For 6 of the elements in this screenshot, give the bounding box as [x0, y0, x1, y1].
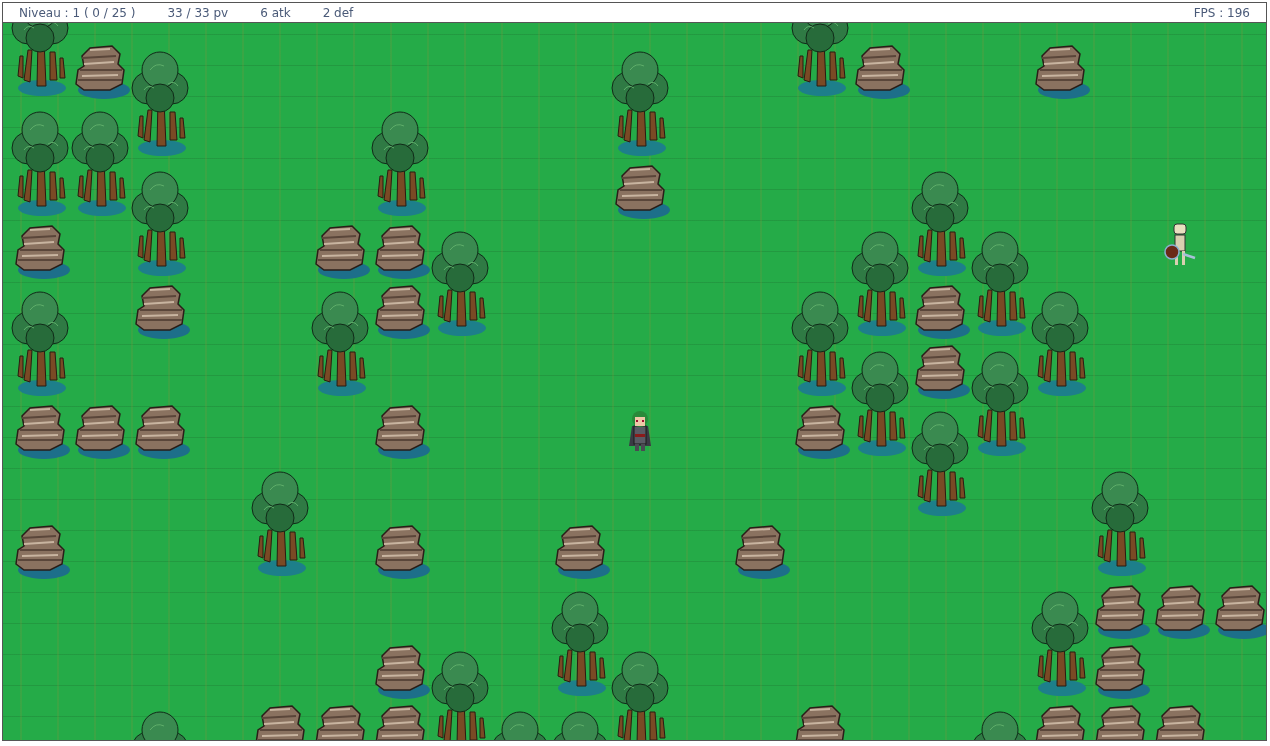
attack-stat-text: 6 atk [260, 5, 291, 20]
health-text: 33 / 33 pv [167, 5, 229, 20]
defense-stat-text: 2 def [322, 5, 354, 20]
fps-counter: FPS : 196 [1193, 5, 1250, 20]
skeleton-drawing [1163, 222, 1197, 268]
level-progress-text: Niveau : 1 ( 0 / 25 ) [19, 5, 136, 20]
